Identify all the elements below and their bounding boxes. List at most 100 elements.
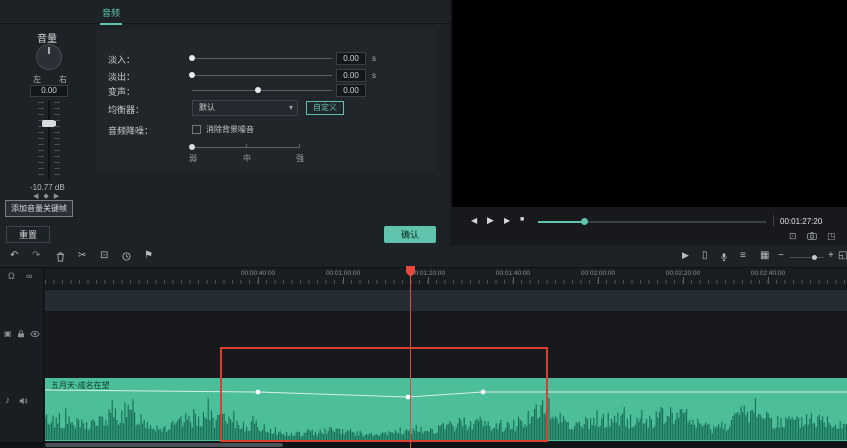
audio-track-music-icon: ♪: [5, 396, 10, 406]
fade-out-value-field[interactable]: 0.00: [336, 69, 366, 82]
keyframe-next-icon[interactable]: ▶: [54, 193, 59, 200]
pitch-slider[interactable]: [192, 90, 332, 91]
fade-out-slider[interactable]: [192, 75, 332, 76]
equalizer-label: 均衡器：: [108, 103, 144, 116]
ruler-time-label: 00:01:20:00: [411, 270, 445, 277]
volume-label: 音量: [37, 30, 57, 45]
denoise-checkbox[interactable]: [192, 125, 201, 134]
ruler-time-label: 00:02:00:00: [581, 270, 615, 277]
zoom-out-button[interactable]: −: [778, 251, 784, 261]
fade-in-label: 淡入：: [108, 53, 135, 66]
next-frame-button[interactable]: ▶: [504, 216, 510, 225]
fullscreen-icon[interactable]: ◳: [827, 231, 836, 242]
fade-out-slider-handle[interactable]: [189, 72, 195, 78]
filmora-window: 音频 音量 左 右 0.00 -10.77 dB ◀◆▶ 添加音量关键帧 淡入：…: [0, 0, 847, 448]
scrollbar-thumb[interactable]: [45, 443, 283, 447]
delete-button[interactable]: [56, 252, 65, 262]
clip-name-label: 五月天-成名在望: [51, 380, 110, 391]
equalizer-customize-button[interactable]: 自定义: [306, 101, 344, 115]
undo-button[interactable]: ↶: [10, 251, 18, 261]
ruler-major-tick: [513, 277, 514, 284]
timeline-ruler[interactable]: 00:00:40:0000:01:00:0000:01:20:0000:01:4…: [45, 268, 847, 284]
denoise-label: 音频降噪：: [108, 124, 153, 137]
ruler-major-tick: [428, 277, 429, 284]
volume-slider[interactable]: [38, 100, 60, 180]
playhead-line[interactable]: [410, 268, 411, 448]
video-track-icon: ▣: [4, 330, 12, 338]
split-scissors-button[interactable]: ✂: [78, 251, 86, 261]
play-button[interactable]: ▶: [487, 215, 494, 226]
fade-in-unit: s: [372, 54, 376, 63]
ruler-major-tick: [768, 277, 769, 284]
timecode-readout: 00:01:27:20: [780, 217, 822, 226]
keyframe-add-icon[interactable]: ◆: [43, 193, 48, 200]
timecode-divider: [773, 215, 774, 226]
level-tick: [299, 144, 300, 148]
preview-seek-slider[interactable]: [538, 221, 766, 223]
device-preview-button[interactable]: ▯: [702, 251, 708, 261]
reset-button[interactable]: 重置: [6, 226, 50, 243]
volume-keyframe-dot[interactable]: [256, 390, 261, 395]
magnet-snap-icon[interactable]: Ω: [8, 272, 15, 281]
denoise-option-label: 消除背景噪音: [206, 124, 254, 135]
track-manager-button[interactable]: ▦: [760, 251, 769, 261]
balance-value-field[interactable]: 0.00: [30, 85, 68, 97]
audio-mixer-button[interactable]: ≡: [740, 251, 746, 261]
zoom-in-button[interactable]: +: [828, 251, 834, 261]
voiceover-mic-button[interactable]: [720, 252, 728, 262]
empty-video-track[interactable]: [45, 290, 847, 311]
pitch-label: 变声：: [108, 85, 135, 98]
track-header-gutter: Ω ∞ ▣ ♪: [0, 268, 44, 448]
confirm-button[interactable]: 确认: [384, 226, 436, 243]
snapshot-camera-icon[interactable]: [807, 232, 817, 240]
link-ripple-icon[interactable]: ∞: [26, 272, 32, 281]
timeline-zoom-handle[interactable]: [812, 255, 817, 260]
fit-timeline-button[interactable]: ◱: [838, 251, 847, 261]
pitch-slider-handle[interactable]: [255, 87, 261, 93]
stop-button[interactable]: ■: [520, 216, 524, 223]
volume-db-readout: -10.77 dB: [30, 183, 65, 192]
equalizer-dropdown[interactable]: 默认▾: [192, 100, 298, 116]
crop-button[interactable]: ⊡: [100, 251, 108, 261]
denoise-level-medium: 中: [243, 153, 251, 164]
denoise-level-handle[interactable]: [189, 144, 195, 150]
speaker-mute-icon[interactable]: [19, 397, 28, 405]
speed-clock-button[interactable]: [122, 252, 131, 261]
seek-progress: [538, 221, 584, 223]
display-mode-icon[interactable]: ⊡: [789, 231, 797, 242]
volume-slider-handle[interactable]: [42, 120, 56, 127]
volume-envelope[interactable]: [45, 378, 847, 441]
eye-icon[interactable]: [30, 331, 40, 337]
pitch-value-field[interactable]: 0.00: [336, 84, 366, 97]
timeline-scrollbar[interactable]: [0, 442, 847, 448]
audio-clip[interactable]: 五月天-成名在望: [45, 378, 847, 441]
fade-in-value-field[interactable]: 0.00: [336, 52, 366, 65]
denoise-level-slider[interactable]: [192, 147, 300, 148]
balance-knob[interactable]: [36, 44, 62, 70]
balance-left-label: 左: [33, 74, 41, 85]
level-tick: [246, 144, 247, 148]
redo-button[interactable]: ↷: [32, 251, 40, 261]
previous-frame-button[interactable]: ◀: [471, 216, 477, 225]
ruler-time-label: 00:01:40:00: [496, 270, 530, 277]
lock-icon[interactable]: [17, 330, 25, 338]
fade-out-unit: s: [372, 71, 376, 80]
render-preview-button[interactable]: ▶: [682, 251, 689, 260]
fade-out-label: 淡出：: [108, 70, 135, 83]
balance-right-label: 右: [59, 74, 67, 85]
fade-in-slider-handle[interactable]: [189, 55, 195, 61]
audio-settings-panel: 音频 音量 左 右 0.00 -10.77 dB ◀◆▶ 添加音量关键帧 淡入：…: [0, 0, 450, 246]
knob-pointer: [48, 47, 50, 54]
ruler-major-tick: [683, 277, 684, 284]
ruler-time-label: 00:02:20:00: [666, 270, 700, 277]
volume-keyframe-dot[interactable]: [481, 390, 486, 395]
fade-in-slider[interactable]: [192, 58, 332, 59]
seek-handle[interactable]: [581, 218, 588, 225]
keyframe-prev-icon[interactable]: ◀: [33, 193, 38, 200]
ruler-time-label: 00:02:40:00: [751, 270, 785, 277]
volume-slider-track: [48, 100, 50, 180]
timeline-zoom-slider[interactable]: [790, 257, 824, 258]
tab-audio[interactable]: 音频: [100, 6, 122, 25]
marker-button[interactable]: ⚑: [144, 251, 153, 261]
video-preview-screen: [452, 0, 847, 207]
